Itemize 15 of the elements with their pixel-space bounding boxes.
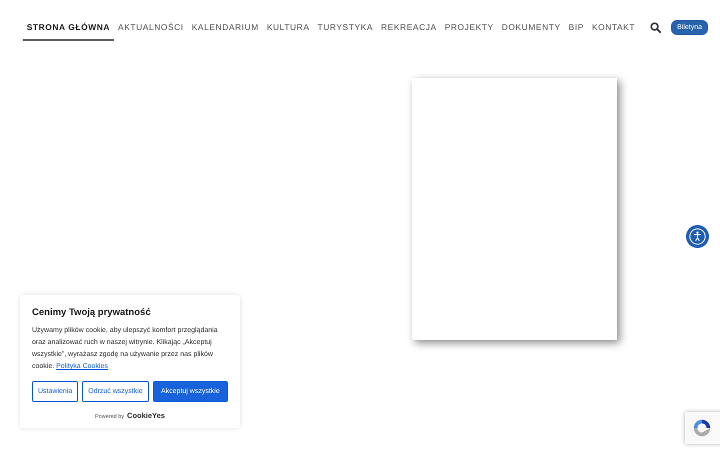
nav-link[interactable]: BIP [564,18,588,40]
nav-link[interactable]: REKREACJA [377,18,441,40]
nav-link[interactable]: STRONA GŁÓWNA [22,18,114,40]
nav-link[interactable]: PROJEKTY [440,18,498,40]
nav-link[interactable]: TURYSTYKA [314,18,378,40]
nav-link[interactable]: KALENDARIUM [188,18,263,40]
accessibility-icon[interactable] [686,225,709,248]
search-icon[interactable] [650,22,662,32]
nav-link[interactable]: DOKUMENTY [498,18,565,40]
nav-link[interactable]: KULTURA [262,18,314,40]
recaptcha-icon [691,417,713,439]
nav-link[interactable]: KONTAKT [588,18,640,40]
recaptcha-badge[interactable] [685,412,720,444]
nav-link[interactable]: AKTUALNOŚCI [114,18,188,40]
cookie-title: Cenimy Twoją prywatność [32,307,152,318]
